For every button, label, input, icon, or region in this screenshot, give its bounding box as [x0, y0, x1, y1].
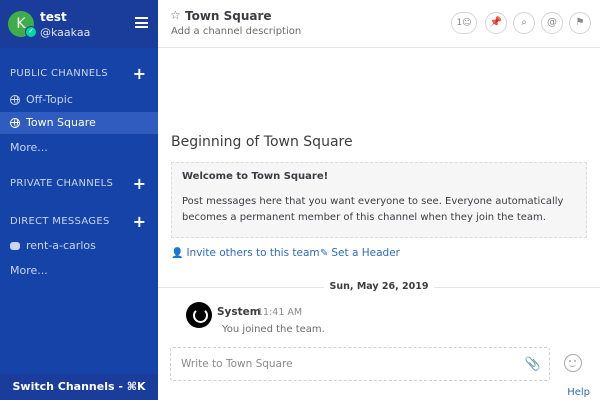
switch-channels-button[interactable]: Switch Channels - ⌘K — [0, 374, 158, 400]
member-count: 1 — [456, 18, 463, 28]
mention-icon[interactable]: @ — [541, 12, 563, 34]
private-channels-header: PRIVATE CHANNELS — [10, 178, 114, 189]
flag-icon[interactable]: ⚑ — [569, 12, 591, 34]
bot-icon — [10, 242, 20, 250]
add-private-channel-button[interactable]: + — [133, 176, 146, 192]
globe-icon — [10, 95, 20, 105]
add-direct-message-button[interactable]: + — [133, 214, 146, 230]
hamburger-menu-icon[interactable] — [135, 17, 148, 28]
welcome-box: Welcome to Town Square! Post messages he… — [171, 162, 587, 238]
date-separator: Sun, May 26, 2019 — [158, 281, 600, 295]
pencil-icon: ✎ — [320, 248, 329, 259]
post-message: You joined the team. — [222, 324, 325, 335]
emoji-icon[interactable] — [564, 354, 582, 372]
globe-icon — [10, 118, 20, 128]
online-status-icon: ✓ — [25, 26, 37, 38]
welcome-body: Post messages here that you want everyon… — [182, 196, 564, 223]
system-avatar[interactable] — [186, 302, 212, 328]
message-input[interactable] — [171, 348, 511, 380]
message-area: Beginning of Town Square Welcome to Town… — [158, 48, 600, 400]
channel-intro-title: Beginning of Town Square — [171, 134, 353, 150]
message-composer[interactable]: 📎 — [170, 347, 550, 381]
post-author[interactable]: System — [217, 306, 261, 318]
username: @kaakaa — [40, 26, 91, 39]
help-link[interactable]: Help — [567, 387, 590, 398]
set-header-label: Set a Header — [331, 247, 400, 259]
sidebar: K ✓ test @kaakaa PUBLIC CHANNELS + Off-T… — [0, 0, 158, 400]
sidebar-item-label: rent-a-carlos — [26, 239, 96, 252]
add-user-icon: 👤 — [171, 248, 184, 259]
invite-others-link[interactable]: 👤 Invite others to this team — [171, 247, 320, 259]
public-channels-header: PUBLIC CHANNELS — [10, 68, 108, 79]
chevron-down-icon[interactable]: ⌵ — [256, 8, 264, 19]
more-public-channels-link[interactable]: More... — [10, 141, 48, 154]
star-icon[interactable]: ☆ — [170, 8, 181, 22]
invite-others-label: Invite others to this team — [186, 247, 320, 259]
paperclip-icon[interactable]: 📎 — [525, 357, 541, 372]
sidebar-item-label: Off-Topic — [26, 93, 73, 106]
channel-header: ☆ Town Square ⌵ Add a channel descriptio… — [158, 0, 600, 48]
search-icon[interactable]: ⌕ — [513, 12, 535, 34]
team-header[interactable]: K ✓ test @kaakaa — [0, 0, 158, 48]
set-header-link[interactable]: ✎ Set a Header — [320, 247, 400, 259]
sidebar-item-rent-a-carlos[interactable]: rent-a-carlos — [0, 235, 158, 257]
post-time[interactable]: 11:41 AM — [257, 307, 302, 318]
more-direct-messages-link[interactable]: More... — [10, 264, 48, 277]
add-public-channel-button[interactable]: + — [133, 66, 146, 82]
sidebar-item-label: Town Square — [26, 116, 96, 129]
sidebar-item-off-topic[interactable]: Off-Topic — [0, 89, 158, 111]
direct-messages-header: DIRECT MESSAGES — [10, 216, 110, 227]
welcome-title: Welcome to Town Square! — [182, 171, 329, 182]
team-name: test — [40, 10, 67, 24]
sidebar-item-town-square[interactable]: Town Square — [0, 112, 158, 134]
channel-description[interactable]: Add a channel description — [171, 26, 301, 37]
member-count-button[interactable]: 1☺ — [451, 12, 477, 34]
pin-icon[interactable]: 📌 — [485, 12, 507, 34]
